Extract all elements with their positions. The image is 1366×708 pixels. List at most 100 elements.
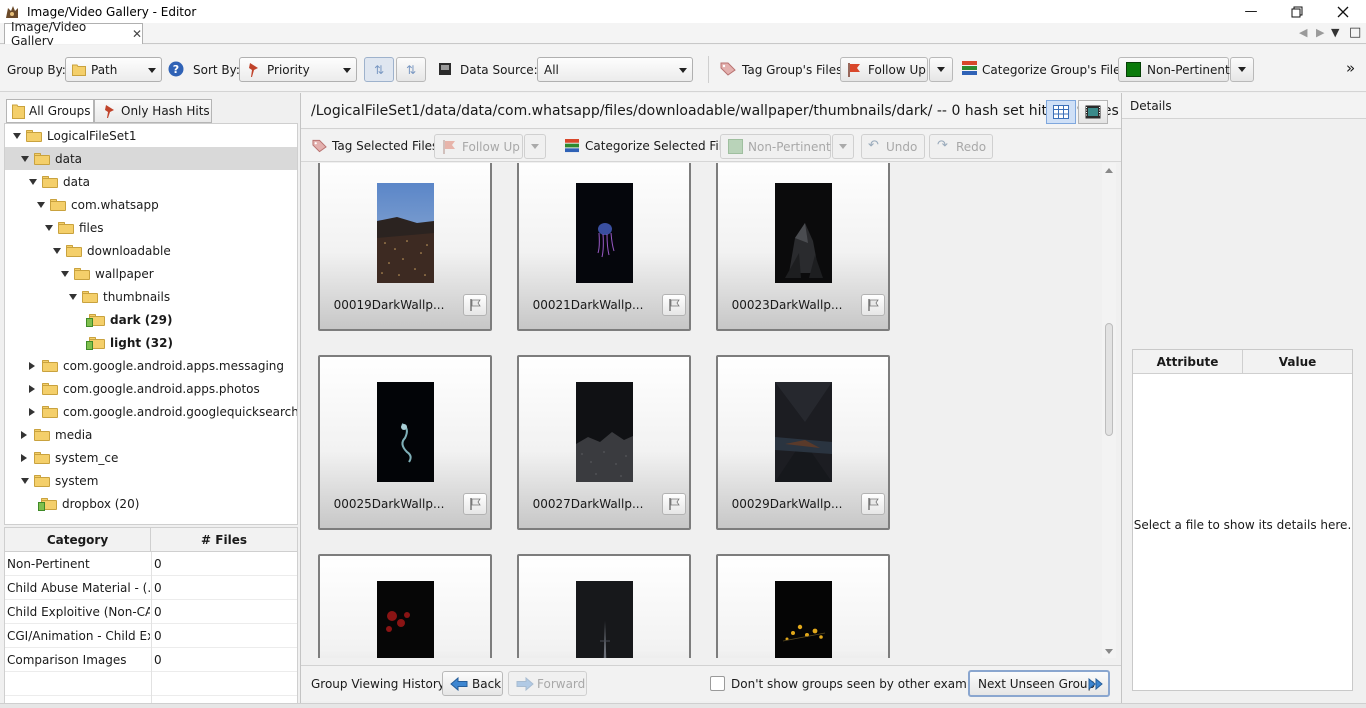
expanded-icon[interactable] (69, 294, 77, 300)
tab-only-hash-hits[interactable]: Only Hash Hits (94, 99, 212, 123)
expanded-icon[interactable] (21, 156, 29, 162)
thumbnail-tile[interactable] (517, 554, 691, 658)
scrollbar-thumb[interactable] (1105, 323, 1113, 436)
tree-node[interactable]: com.whatsapp (5, 193, 297, 216)
tree-node[interactable]: system (5, 469, 297, 492)
tile-tag-button[interactable] (662, 493, 686, 515)
collapsed-icon[interactable] (21, 431, 27, 439)
tree-node[interactable]: LogicalFileSet1 (5, 124, 297, 147)
close-window-button[interactable] (1320, 0, 1366, 23)
tree-node[interactable]: com.google.android.googlequicksearchbox (5, 400, 297, 423)
tree-node[interactable]: downloadable (5, 239, 297, 262)
thumbnail-image[interactable] (377, 382, 434, 482)
dont-show-seen-checkbox[interactable] (710, 676, 725, 691)
tag-selected-follow-up-button[interactable]: Follow Up (434, 134, 523, 159)
tile-tag-button[interactable] (662, 294, 686, 316)
grid-view-icon (1053, 105, 1069, 119)
sort-by-select[interactable]: Priority (239, 57, 357, 82)
tree-node[interactable]: data (5, 147, 297, 170)
sort-descending-button[interactable]: ⇅ (396, 57, 426, 82)
attribute-column-header[interactable]: Attribute (1133, 350, 1243, 374)
tag-group-follow-up-button[interactable]: Follow Up (840, 57, 928, 82)
categorize-selected-button[interactable]: Non-Pertinent (720, 134, 831, 159)
toolbar-overflow-icon[interactable]: » (1346, 59, 1355, 77)
collapsed-icon[interactable] (29, 408, 35, 416)
expanded-icon[interactable] (21, 478, 29, 484)
thumbnail-tile[interactable] (318, 554, 492, 658)
thumbnail-image[interactable] (775, 382, 832, 482)
expanded-icon[interactable] (37, 202, 45, 208)
tab-all-groups[interactable]: All Groups (6, 99, 94, 123)
tree-node[interactable]: com.google.android.apps.photos (5, 377, 297, 400)
tree-node[interactable]: light (32) (5, 331, 297, 354)
data-source-select[interactable]: All (537, 57, 693, 82)
tree-node[interactable]: dark (29) (5, 308, 297, 331)
tile-tag-button[interactable] (463, 493, 487, 515)
expanded-icon[interactable] (45, 225, 53, 231)
thumbnail-image[interactable] (576, 382, 633, 482)
expanded-icon[interactable] (13, 133, 21, 139)
redo-button[interactable]: ↷ Redo (929, 134, 993, 159)
thumbnail-tile[interactable]: 00025DarkWallp... (318, 355, 492, 530)
files-column-header[interactable]: # Files (151, 528, 297, 552)
tag-groups-files-label: Tag Group's Files: (742, 63, 847, 77)
tag-selected-dropdown-button[interactable] (524, 134, 546, 159)
back-button[interactable]: Back (442, 671, 503, 696)
category-column-header[interactable]: Category (5, 528, 151, 552)
collapsed-icon[interactable] (29, 385, 35, 393)
minimize-button[interactable]: — (1228, 0, 1274, 23)
thumbnail-tile[interactable]: 00021DarkWallp... (517, 163, 691, 331)
tab-image-video-gallery[interactable]: Image/Video Gallery ✕ (4, 20, 143, 48)
tree-node[interactable]: system_ce (5, 446, 297, 469)
maximize-pane-icon[interactable]: □ (1349, 25, 1361, 40)
thumbnail-image[interactable] (576, 183, 633, 283)
folder-icon (82, 291, 98, 303)
forward-button[interactable]: Forward (508, 671, 587, 696)
categorize-group-button[interactable]: Non-Pertinent (1118, 57, 1230, 82)
slideshow-view-button[interactable] (1078, 100, 1108, 124)
maximize-button[interactable] (1274, 0, 1320, 23)
tree-node[interactable]: data (5, 170, 297, 193)
thumbnail-image[interactable] (377, 183, 434, 283)
tree-node[interactable]: thumbnails (5, 285, 297, 308)
tree-node[interactable]: com.google.android.apps.messaging (5, 354, 297, 377)
tree-node[interactable]: files (5, 216, 297, 239)
tree-node[interactable]: media (5, 423, 297, 446)
thumbnail-image[interactable] (576, 581, 633, 658)
tile-tag-button[interactable] (861, 294, 885, 316)
thumbnail-image[interactable] (377, 581, 434, 658)
thumbnail-image[interactable] (775, 183, 832, 283)
expanded-icon[interactable] (29, 179, 37, 185)
thumbnail-tile[interactable]: 00029DarkWallp... (716, 355, 890, 530)
tab-scroll-left-icon[interactable]: ◀ (1299, 26, 1307, 39)
tile-tag-button[interactable] (861, 493, 885, 515)
tab-list-icon[interactable]: ▼ (1331, 26, 1339, 39)
next-unseen-group-button[interactable]: Next Unseen Group (968, 670, 1110, 697)
collapsed-icon[interactable] (29, 362, 35, 370)
collapsed-icon[interactable] (21, 454, 27, 462)
scroll-down-icon[interactable] (1105, 649, 1113, 654)
thumbnail-tile[interactable]: 00019DarkWallp... (318, 163, 492, 331)
value-column-header[interactable]: Value (1243, 350, 1352, 374)
help-icon[interactable]: ? (168, 61, 184, 77)
categorize-selected-dropdown-button[interactable] (832, 134, 854, 159)
thumbnail-tile[interactable]: 00023DarkWallp... (716, 163, 890, 331)
group-by-select[interactable]: Path (65, 57, 162, 82)
tree-node[interactable]: dropbox (20) (5, 492, 297, 515)
thumbnail-image[interactable] (775, 581, 832, 658)
tab-scroll-right-icon[interactable]: ▶ (1316, 26, 1324, 39)
tile-tag-button[interactable] (463, 294, 487, 316)
thumbnail-tile[interactable]: 00027DarkWallp... (517, 355, 691, 530)
sort-ascending-button[interactable]: ⇅ (364, 57, 394, 82)
tree-node[interactable]: wallpaper (5, 262, 297, 285)
expanded-icon[interactable] (61, 271, 69, 277)
close-tab-icon[interactable]: ✕ (132, 27, 142, 41)
tag-group-dropdown-button[interactable] (929, 57, 953, 82)
categorize-group-dropdown-button[interactable] (1230, 57, 1254, 82)
expanded-icon[interactable] (53, 248, 61, 254)
tile-view-button[interactable] (1046, 100, 1076, 124)
thumbnail-tile[interactable] (716, 554, 890, 658)
undo-button[interactable]: ↶ Undo (861, 134, 925, 159)
scroll-up-icon[interactable] (1105, 168, 1113, 173)
gallery-scrollbar[interactable] (1102, 163, 1116, 658)
